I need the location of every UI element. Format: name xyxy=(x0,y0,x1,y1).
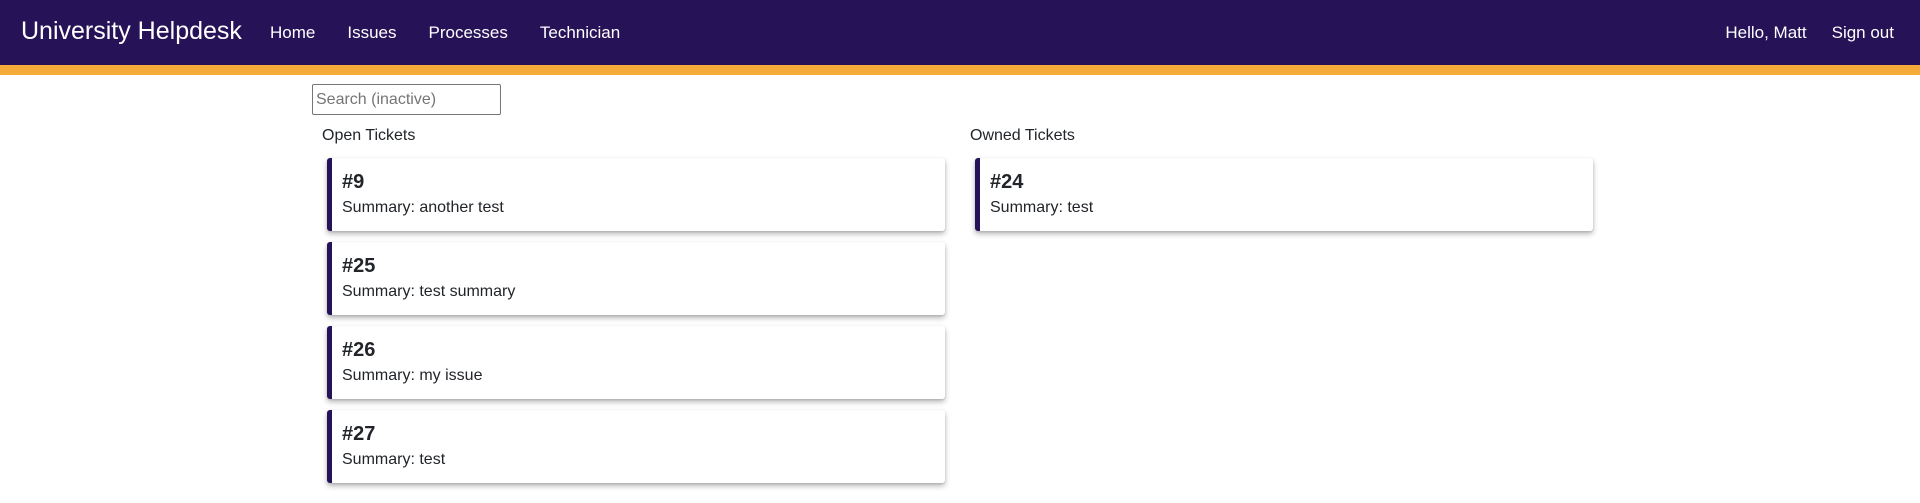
ticket-card[interactable]: #26 Summary: my issue xyxy=(327,326,945,399)
ticket-card[interactable]: #9 Summary: another test xyxy=(327,158,945,231)
nav-issues-link[interactable]: Issues xyxy=(347,23,396,43)
ticket-card[interactable]: #25 Summary: test summary xyxy=(327,242,945,315)
nav-technician-link[interactable]: Technician xyxy=(540,23,620,43)
main-nav: Home Issues Processes Technician xyxy=(270,23,652,43)
ticket-summary: Summary: another test xyxy=(342,199,504,216)
ticket-summary: Summary: test summary xyxy=(342,283,516,300)
ticket-card[interactable]: #24 Summary: test xyxy=(975,158,1593,231)
user-greeting: Hello, Matt xyxy=(1725,23,1807,42)
nav-home-link[interactable]: Home xyxy=(270,23,315,43)
ticket-summary: Summary: test xyxy=(990,199,1094,216)
ticket-card[interactable]: #27 Summary: test xyxy=(327,410,945,483)
open-tickets-heading: Open Tickets xyxy=(322,127,416,144)
ticket-summary: Summary: test xyxy=(342,451,446,468)
ticket-number: #25 xyxy=(342,255,376,277)
ticket-number: #9 xyxy=(342,171,365,193)
accent-divider xyxy=(0,65,1920,75)
search-input[interactable] xyxy=(312,84,501,115)
sign-out-link[interactable]: Sign out xyxy=(1832,23,1894,43)
ticket-number: #27 xyxy=(342,423,376,445)
user-nav: Hello, Matt Sign out xyxy=(1725,23,1894,43)
nav-processes-link[interactable]: Processes xyxy=(429,23,508,43)
ticket-number: #26 xyxy=(342,339,376,361)
owned-tickets-heading: Owned Tickets xyxy=(970,127,1075,144)
ticket-summary: Summary: my issue xyxy=(342,367,483,384)
ticket-number: #24 xyxy=(990,171,1024,193)
top-navbar: University Helpdesk Home Issues Processe… xyxy=(0,0,1920,65)
brand-home-link[interactable]: University Helpdesk xyxy=(21,17,242,46)
